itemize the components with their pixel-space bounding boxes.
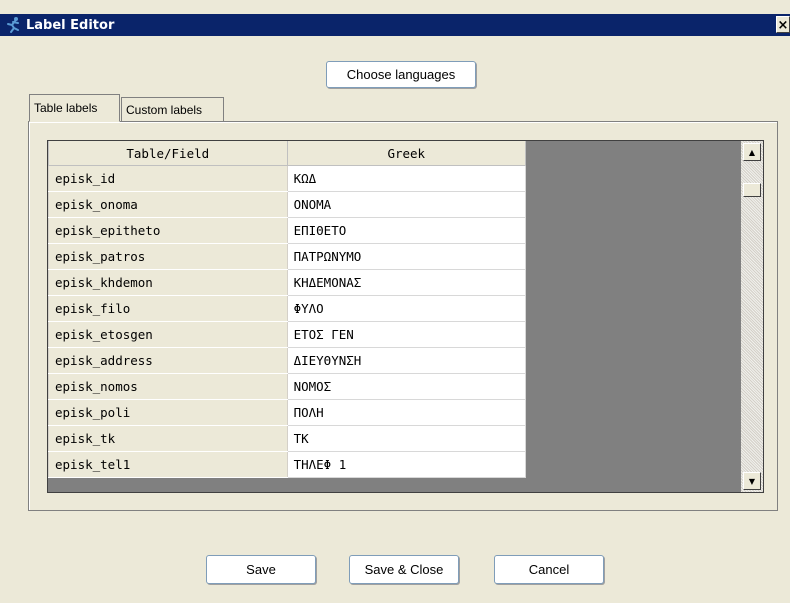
vertical-scrollbar[interactable]: ▲ ▼ [741, 141, 763, 492]
column-header-greek[interactable]: Greek [286, 141, 527, 166]
labels-table: Table/Field Greek episk_id ΚΩΔ episk_onom… [47, 140, 764, 493]
label-cell[interactable]: ΟΝΟΜΑ [286, 191, 527, 218]
label-cell[interactable]: ΦΥΛΟ [286, 295, 527, 322]
field-cell[interactable]: episk_onoma [48, 191, 288, 218]
table-row: episk_nomos ΝΟΜΟΣ [48, 373, 527, 400]
table-row: episk_epitheto ΕΠΙΘΕΤΟ [48, 217, 527, 244]
save-and-close-button[interactable]: Save & Close [349, 555, 459, 584]
table-row: episk_tel1 ΤΗΛΕΦ 1 [48, 451, 527, 478]
close-button[interactable]: × [776, 16, 790, 33]
field-cell[interactable]: episk_tel1 [48, 451, 288, 478]
label-cell[interactable]: ΚΗΔΕΜΟΝΑΣ [286, 269, 527, 296]
save-button[interactable]: Save [206, 555, 316, 584]
label-cell[interactable]: ΕΤΟΣ ΓΕΝ [286, 321, 527, 348]
field-cell[interactable]: episk_etosgen [48, 321, 288, 348]
label-cell[interactable]: ΠΟΛΗ [286, 399, 527, 426]
scroll-up-arrow-icon[interactable]: ▲ [743, 143, 761, 161]
field-cell[interactable]: episk_poli [48, 399, 288, 426]
label-cell[interactable]: ΚΩΔ [286, 165, 527, 192]
table-row: episk_khdemon ΚΗΔΕΜΟΝΑΣ [48, 269, 527, 296]
label-cell[interactable]: ΕΠΙΘΕΤΟ [286, 217, 527, 244]
table-row: episk_patros ΠΑΤΡΩΝΥΜΟ [48, 243, 527, 270]
title-bar: Label Editor × [0, 14, 790, 36]
field-cell[interactable]: episk_address [48, 347, 288, 374]
labels-grid: Table/Field Greek episk_id ΚΩΔ episk_onom… [48, 141, 527, 478]
running-figure-icon [2, 14, 24, 36]
table-header-row: Table/Field Greek [48, 141, 527, 166]
field-cell[interactable]: episk_tk [48, 425, 288, 452]
column-header-field[interactable]: Table/Field [48, 141, 288, 166]
table-row: episk_etosgen ΕΤΟΣ ΓΕΝ [48, 321, 527, 348]
label-cell[interactable]: ΤΗΛΕΦ 1 [286, 451, 527, 478]
table-row: episk_onoma ΟΝΟΜΑ [48, 191, 527, 218]
table-row: episk_poli ΠΟΛΗ [48, 399, 527, 426]
field-cell[interactable]: episk_patros [48, 243, 288, 270]
tab-custom-labels[interactable]: Custom labels [121, 97, 224, 121]
tab-table-labels[interactable]: Table labels [29, 94, 120, 122]
field-cell[interactable]: episk_epitheto [48, 217, 288, 244]
table-row: episk_id ΚΩΔ [48, 165, 527, 192]
label-cell[interactable]: ΠΑΤΡΩΝΥΜΟ [286, 243, 527, 270]
cancel-button[interactable]: Cancel [494, 555, 604, 584]
label-cell[interactable]: ΝΟΜΟΣ [286, 373, 527, 400]
field-cell[interactable]: episk_khdemon [48, 269, 288, 296]
label-cell[interactable]: ΤΚ [286, 425, 527, 452]
table-row: episk_tk ΤΚ [48, 425, 527, 452]
table-row: episk_filo ΦΥΛΟ [48, 295, 527, 322]
label-cell[interactable]: ΔΙΕΥΘΥΝΣΗ [286, 347, 527, 374]
choose-languages-button[interactable]: Choose languages [326, 61, 476, 88]
field-cell[interactable]: episk_nomos [48, 373, 288, 400]
field-cell[interactable]: episk_filo [48, 295, 288, 322]
scroll-down-arrow-icon[interactable]: ▼ [743, 472, 761, 490]
field-cell[interactable]: episk_id [48, 165, 288, 192]
scrollbar-thumb[interactable] [743, 183, 761, 197]
table-row: episk_address ΔΙΕΥΘΥΝΣΗ [48, 347, 527, 374]
window-title: Label Editor [26, 17, 115, 33]
